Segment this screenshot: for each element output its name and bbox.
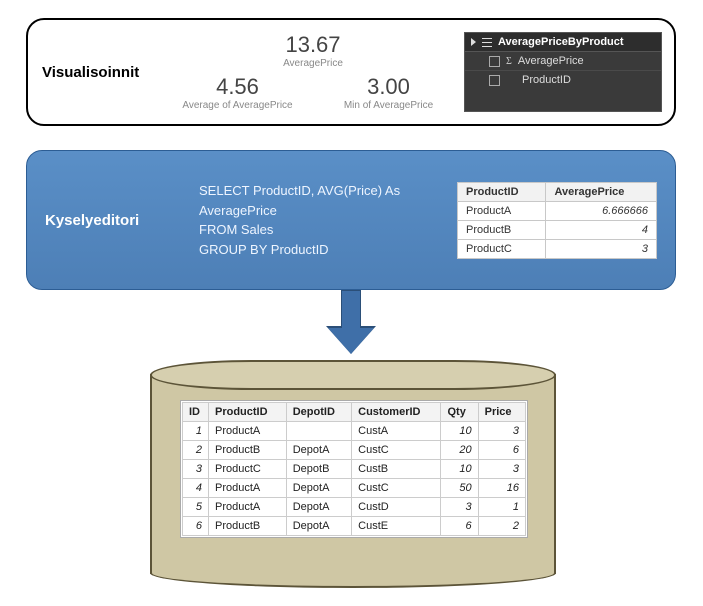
query-result-table: ProductID AveragePrice ProductA 6.666666… [457,182,657,259]
fields-table-name: AveragePriceByProduct [498,36,624,48]
cell: 5 [183,498,209,517]
visualizations-title: Visualisoinnit [42,30,162,114]
cell: 1 [183,422,209,441]
metric-label: Min of AveragePrice [313,100,464,111]
cell: 2 [478,517,525,536]
col-qty: Qty [441,403,478,422]
table-row: 2 ProductB DepotA CustC 20 6 [183,441,526,460]
result-col-averageprice: AveragePrice [546,182,657,201]
cell: 10 [441,422,478,441]
table-row: 3 ProductC DepotB CustB 10 3 [183,460,526,479]
cell: ProductB [458,220,546,239]
cell: DepotA [286,441,351,460]
col-depotid: DepotID [286,403,351,422]
cell: 6.666666 [546,201,657,220]
metric-min-of-avg: 3.00 Min of AveragePrice [313,75,464,110]
cell: 3 [183,460,209,479]
metric-avg-of-avg: 4.56 Average of AveragePrice [162,75,313,110]
cell: ProductC [458,239,546,258]
cell: ProductA [458,201,546,220]
cell: 3 [478,460,525,479]
sql-line: AveragePrice [199,201,443,221]
cell: 6 [478,441,525,460]
metric-average-price: 13.67 AveragePrice [162,33,464,68]
col-productid: ProductID [209,403,287,422]
source-table: ID ProductID DepotID CustomerID Qty Pric… [180,400,528,538]
cell: ProductA [209,479,287,498]
table-icon [482,38,492,47]
cell: DepotA [286,517,351,536]
result-header-row: ProductID AveragePrice [458,182,657,201]
cell: ProductB [209,441,287,460]
fields-table-header[interactable]: AveragePriceByProduct [465,33,661,52]
cell: CustC [352,441,441,460]
flow-arrow-icon [328,290,374,356]
metric-value: 3.00 [313,75,464,99]
cell: 2 [183,441,209,460]
table-row: 4 ProductA DepotA CustC 50 16 [183,479,526,498]
sigma-icon: Σ [506,56,512,67]
field-name: AveragePrice [518,55,584,67]
cell: 3 [441,498,478,517]
cell: ProductC [209,460,287,479]
cell: CustC [352,479,441,498]
table-row: 1 ProductA CustA 10 3 [183,422,526,441]
field-name: ProductID [522,74,571,86]
sql-text: SELECT ProductID, AVG(Price) As AverageP… [195,181,457,259]
cell: 16 [478,479,525,498]
sql-line: GROUP BY ProductID [199,240,443,260]
cell: 3 [478,422,525,441]
cell: DepotA [286,479,351,498]
cell: DepotA [286,498,351,517]
cell: 3 [546,239,657,258]
cell: 1 [478,498,525,517]
expand-icon [471,38,476,46]
cell: 20 [441,441,478,460]
visualizations-card: Visualisoinnit 13.67 AveragePrice 4.56 A… [26,18,676,126]
table-row: 6 ProductB DepotA CustE 6 2 [183,517,526,536]
table-row: 5 ProductA DepotA CustD 3 1 [183,498,526,517]
cell: 4 [183,479,209,498]
result-row: ProductC 3 [458,239,657,258]
result-row: ProductA 6.666666 [458,201,657,220]
cell: CustA [352,422,441,441]
cell: ProductA [209,498,287,517]
cell: ProductA [209,422,287,441]
result-col-productid: ProductID [458,182,546,201]
cell: 4 [546,220,657,239]
field-item[interactable]: Σ AveragePrice [465,52,661,71]
col-customerid: CustomerID [352,403,441,422]
source-header-row: ID ProductID DepotID CustomerID Qty Pric… [183,403,526,422]
fields-panel: AveragePriceByProduct Σ AveragePrice Pro… [464,32,662,112]
metric-label: AveragePrice [162,58,464,69]
checkbox-icon[interactable] [489,56,500,67]
field-item[interactable]: ProductID [465,71,661,89]
cell: 10 [441,460,478,479]
col-price: Price [478,403,525,422]
query-editor-title: Kyselyeditori [45,212,195,229]
cell: 50 [441,479,478,498]
cell: CustE [352,517,441,536]
cell: 6 [183,517,209,536]
metric-value: 4.56 [162,75,313,99]
cell: CustD [352,498,441,517]
database-cylinder: ID ProductID DepotID CustomerID Qty Pric… [150,360,556,590]
cell [286,422,351,441]
cell: 6 [441,517,478,536]
cell: CustB [352,460,441,479]
cell: DepotB [286,460,351,479]
checkbox-icon[interactable] [489,75,500,86]
metric-label: Average of AveragePrice [162,100,313,111]
metric-value: 13.67 [162,33,464,57]
sql-line: FROM Sales [199,220,443,240]
cell: ProductB [209,517,287,536]
query-editor-card: Kyselyeditori SELECT ProductID, AVG(Pric… [26,150,676,290]
result-row: ProductB 4 [458,220,657,239]
sql-line: SELECT ProductID, AVG(Price) As [199,181,443,201]
col-id: ID [183,403,209,422]
metrics-grid: 13.67 AveragePrice 4.56 Average of Avera… [162,30,464,114]
